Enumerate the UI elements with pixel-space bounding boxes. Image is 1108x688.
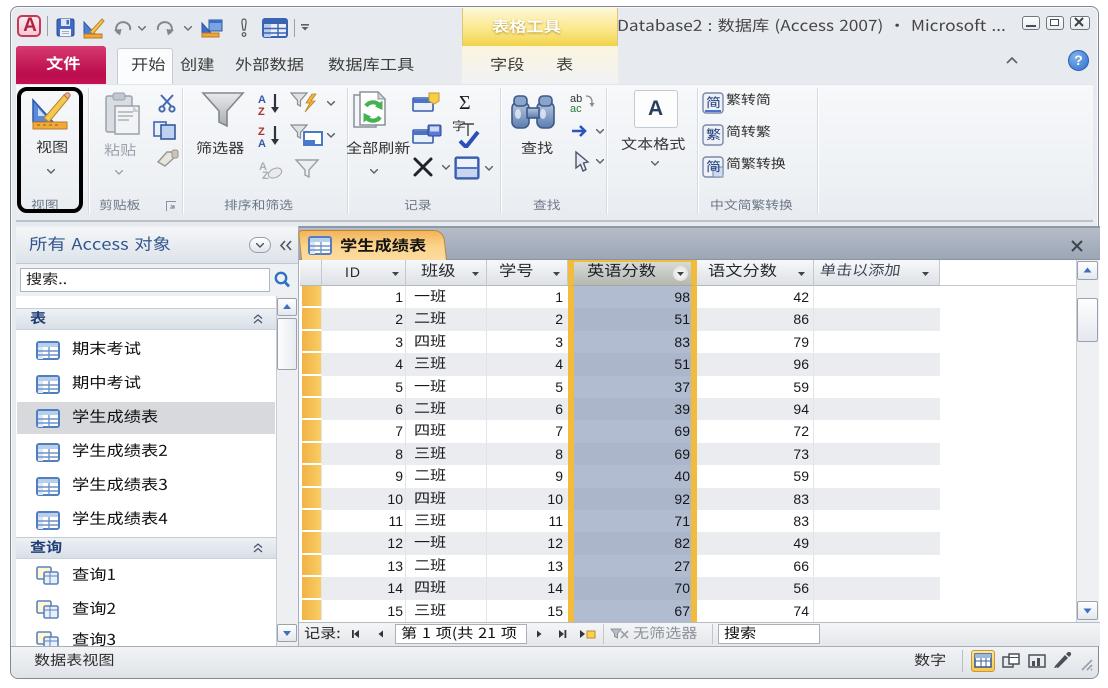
svg-text:Σ: Σ (459, 92, 471, 112)
svg-text:A: A (258, 94, 266, 106)
svg-text:A: A (258, 138, 266, 148)
svg-text:Z: Z (258, 126, 265, 138)
svg-text:Z: Z (258, 106, 265, 116)
svg-text:ac: ac (570, 103, 582, 112)
